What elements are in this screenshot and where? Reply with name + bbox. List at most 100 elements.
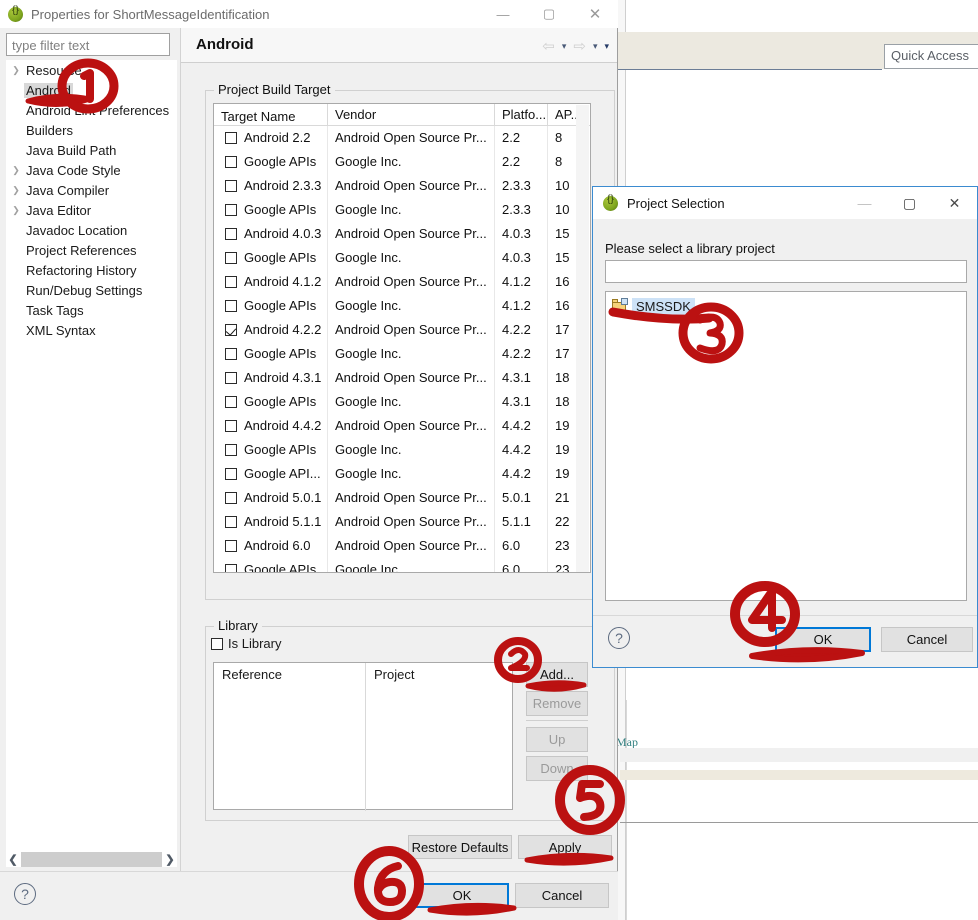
- column-header-target-name[interactable]: Target Name: [214, 104, 328, 125]
- properties-cancel-button[interactable]: Cancel: [515, 883, 609, 908]
- table-row[interactable]: Android 4.2.2 Android Open Source Pr... 4.…: [214, 318, 590, 342]
- target-checkbox[interactable]: [225, 516, 237, 528]
- back-chevron-down-icon[interactable]: ▾: [562, 41, 567, 52]
- back-arrow-icon[interactable]: ⇦: [542, 37, 555, 55]
- table-row[interactable]: Google APIs Google Inc. 4.0.3 15: [214, 246, 590, 270]
- cell-target-name[interactable]: Google APIs: [214, 246, 328, 270]
- cell-target-name[interactable]: Google APIs: [214, 342, 328, 366]
- sidebar-item-run-debug-settings[interactable]: ❯Run/Debug Settings: [6, 280, 177, 300]
- project-selection-cancel-button[interactable]: Cancel: [881, 627, 973, 652]
- target-checkbox[interactable]: [225, 564, 237, 572]
- cell-target-name[interactable]: Google APIs: [214, 198, 328, 222]
- table-vertical-scrollbar[interactable]: [576, 105, 589, 572]
- close-button[interactable]: ✕: [932, 187, 977, 219]
- table-row[interactable]: Google APIs Google Inc. 4.3.1 18: [214, 390, 590, 414]
- library-remove-button[interactable]: Remove: [526, 691, 588, 716]
- is-library-checkbox[interactable]: [211, 637, 223, 650]
- cell-target-name[interactable]: Android 4.1.2: [214, 270, 328, 294]
- maximize-button[interactable]: ▢: [887, 187, 932, 219]
- chevron-right-icon[interactable]: ❯: [8, 165, 24, 176]
- project-list[interactable]: SMSSDK: [605, 291, 967, 601]
- apply-button[interactable]: Apply: [518, 835, 612, 859]
- target-checkbox[interactable]: [225, 156, 237, 168]
- cell-target-name[interactable]: Android 5.0.1: [214, 486, 328, 510]
- maximize-button[interactable]: ▢: [526, 0, 572, 28]
- table-row[interactable]: Android 2.2 Android Open Source Pr... 2.2 8: [214, 126, 590, 150]
- project-list-item-smssdk[interactable]: SMSSDK: [612, 296, 966, 316]
- cell-target-name[interactable]: Android 4.3.1: [214, 366, 328, 390]
- target-checkbox[interactable]: [225, 204, 237, 216]
- sidebar-item-android-lint-preferences[interactable]: ❯Android Lint Preferences: [6, 100, 177, 120]
- target-checkbox[interactable]: [225, 348, 237, 360]
- target-checkbox[interactable]: [225, 540, 237, 552]
- target-checkbox[interactable]: [225, 468, 237, 480]
- minimize-button[interactable]: —: [480, 0, 526, 28]
- cell-target-name[interactable]: Android 4.0.3: [214, 222, 328, 246]
- table-row[interactable]: Android 5.0.1 Android Open Source Pr... 5.…: [214, 486, 590, 510]
- target-checkbox[interactable]: [225, 372, 237, 384]
- cell-target-name[interactable]: Google APIs: [214, 390, 328, 414]
- table-row[interactable]: Google APIs Google Inc. 4.1.2 16: [214, 294, 590, 318]
- library-up-button[interactable]: Up: [526, 727, 588, 752]
- table-row[interactable]: Google APIs Google Inc. 2.3.3 10: [214, 198, 590, 222]
- column-header-vendor[interactable]: Vendor: [328, 104, 495, 125]
- target-checkbox[interactable]: [225, 492, 237, 504]
- library-add-button[interactable]: Add...: [526, 662, 588, 687]
- sidebar-item-java-compiler[interactable]: ❯ Java Compiler: [6, 180, 177, 200]
- target-checkbox[interactable]: [225, 324, 237, 336]
- chevron-right-icon[interactable]: ❯: [8, 205, 24, 216]
- build-target-table[interactable]: Target Name Vendor Platfo... AP... Android …: [213, 103, 591, 573]
- target-checkbox[interactable]: [225, 132, 237, 144]
- sidebar-item-xml-syntax[interactable]: ❯XML Syntax: [6, 320, 177, 340]
- scroll-left-icon[interactable]: ❮: [6, 853, 20, 866]
- chevron-right-icon[interactable]: ❯: [8, 65, 24, 76]
- menu-chevron-down-icon[interactable]: ▾: [604, 41, 609, 52]
- help-icon[interactable]: ?: [14, 883, 36, 905]
- sidebar-item-java-code-style[interactable]: ❯ Java Code Style: [6, 160, 177, 180]
- help-icon[interactable]: ?: [608, 627, 630, 649]
- project-selection-ok-button[interactable]: OK: [775, 627, 871, 652]
- tree-horizontal-scrollbar[interactable]: ❮ ❯: [6, 850, 177, 867]
- table-row[interactable]: Android 4.3.1 Android Open Source Pr... 4.…: [214, 366, 590, 390]
- table-row[interactable]: Google APIs Google Inc. 4.4.2 19: [214, 438, 590, 462]
- target-checkbox[interactable]: [225, 396, 237, 408]
- table-row[interactable]: Android 6.0 Android Open Source Pr... 6.0 2…: [214, 534, 590, 558]
- sidebar-item-java-build-path[interactable]: ❯Java Build Path: [6, 140, 177, 160]
- settings-tree[interactable]: ❯Resource❯Android❯Android Lint Preferenc…: [6, 60, 177, 850]
- target-checkbox[interactable]: [225, 300, 237, 312]
- cell-target-name[interactable]: Android 2.3.3: [214, 174, 328, 198]
- sidebar-item-task-tags[interactable]: ❯Task Tags: [6, 300, 177, 320]
- sidebar-item-refactoring-history[interactable]: ❯Refactoring History: [6, 260, 177, 280]
- cell-target-name[interactable]: Android 4.4.2: [214, 414, 328, 438]
- forward-chevron-down-icon[interactable]: ▾: [593, 41, 598, 52]
- table-row[interactable]: Google APIs Google Inc. 6.0 23: [214, 558, 590, 572]
- restore-defaults-button[interactable]: Restore Defaults: [408, 835, 512, 859]
- table-row[interactable]: Android 5.1.1 Android Open Source Pr... 5.…: [214, 510, 590, 534]
- scroll-right-icon[interactable]: ❯: [163, 853, 177, 866]
- cell-target-name[interactable]: Google APIs: [214, 558, 328, 572]
- sidebar-item-javadoc-location[interactable]: ❯Javadoc Location: [6, 220, 177, 240]
- library-down-button[interactable]: Down: [526, 756, 588, 781]
- chevron-right-icon[interactable]: ❯: [8, 185, 24, 196]
- cell-target-name[interactable]: Android 5.1.1: [214, 510, 328, 534]
- target-checkbox[interactable]: [225, 276, 237, 288]
- properties-ok-button[interactable]: OK: [415, 883, 509, 908]
- table-row[interactable]: Google APIs Google Inc. 4.2.2 17: [214, 342, 590, 366]
- close-button[interactable]: ✕: [572, 0, 618, 28]
- table-row[interactable]: Google API... Google Inc. 4.4.2 19: [214, 462, 590, 486]
- table-row[interactable]: Google APIs Google Inc. 2.2 8: [214, 150, 590, 174]
- project-filter-input[interactable]: [605, 260, 967, 283]
- filter-input[interactable]: type filter text: [6, 33, 170, 56]
- is-library-checkbox-row[interactable]: Is Library: [211, 636, 281, 651]
- cell-target-name[interactable]: Android 4.2.2: [214, 318, 328, 342]
- table-row[interactable]: Android 4.1.2 Android Open Source Pr... 4.…: [214, 270, 590, 294]
- forward-arrow-icon[interactable]: ⇨: [573, 37, 586, 55]
- cell-target-name[interactable]: Google APIs: [214, 150, 328, 174]
- target-checkbox[interactable]: [225, 252, 237, 264]
- table-row[interactable]: Android 4.4.2 Android Open Source Pr... 4.…: [214, 414, 590, 438]
- cell-target-name[interactable]: Google APIs: [214, 294, 328, 318]
- minimize-button[interactable]: —: [842, 187, 887, 219]
- sidebar-item-resource[interactable]: ❯ Resource: [6, 60, 177, 80]
- sidebar-item-java-editor[interactable]: ❯ Java Editor: [6, 200, 177, 220]
- table-row[interactable]: Android 2.3.3 Android Open Source Pr... 2.…: [214, 174, 590, 198]
